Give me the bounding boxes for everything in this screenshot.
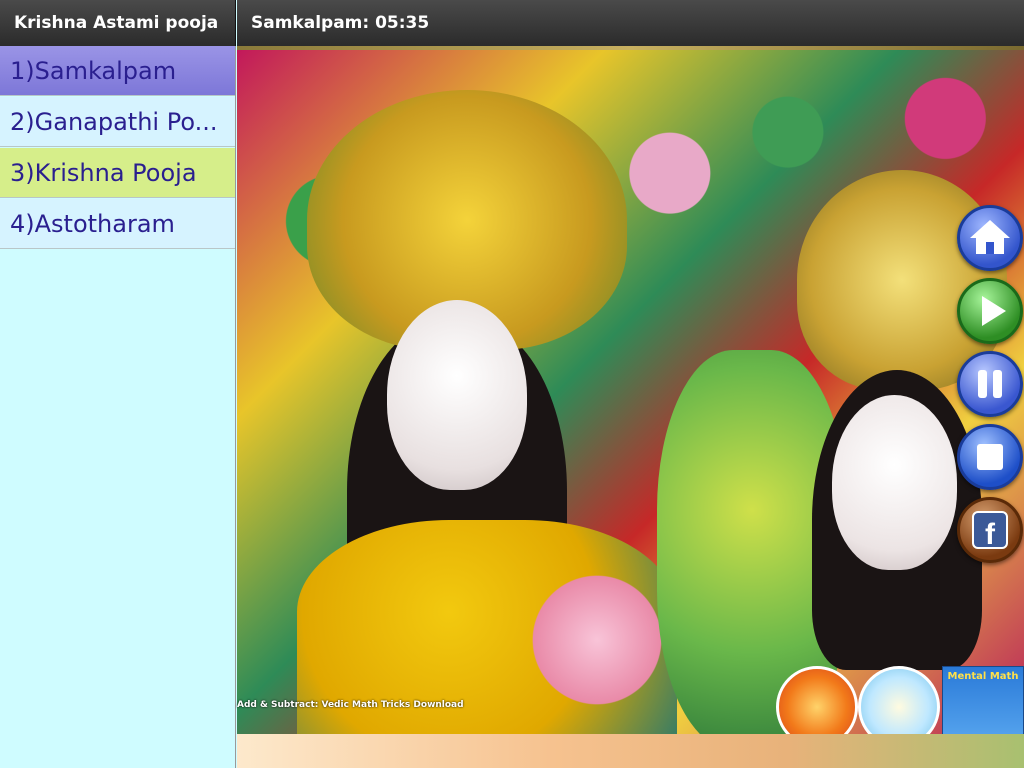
ad-banner-text[interactable]: Add & Subtract: Vedic Math Tricks Downlo…	[237, 700, 464, 710]
facebook-icon: f	[972, 511, 1008, 551]
play-icon	[982, 296, 1006, 326]
sidebar-item-ganapathi-pooja[interactable]: 2)Ganapathi Po...	[0, 97, 235, 147]
sidebar: 1)Samkalpam 2)Ganapathi Po... 3)Krishna …	[0, 46, 236, 768]
ad-mental-math-title: Mental Math	[947, 671, 1019, 682]
deity-krishna-face	[387, 300, 527, 490]
svg-text:f: f	[985, 518, 996, 551]
bottom-strip	[237, 734, 1024, 768]
app-header: Krishna Astami pooja	[0, 0, 236, 46]
play-button[interactable]	[957, 278, 1023, 344]
current-track-label: Samkalpam: 05:35	[251, 13, 430, 33]
track-header: Samkalpam: 05:35	[237, 0, 1024, 46]
stop-icon	[977, 444, 1003, 470]
stop-button[interactable]	[957, 424, 1023, 490]
home-icon	[970, 220, 1010, 254]
flower-garland	[517, 570, 677, 710]
pause-button[interactable]	[957, 351, 1023, 417]
pause-icon	[978, 370, 1002, 398]
app-title: Krishna Astami pooja	[14, 13, 219, 33]
deity-radha-face	[832, 395, 957, 570]
facebook-button[interactable]: f	[957, 497, 1023, 563]
home-button[interactable]	[957, 205, 1023, 271]
sidebar-item-samkalpam[interactable]: 1)Samkalpam	[0, 46, 235, 96]
sidebar-item-krishna-pooja[interactable]: 3)Krishna Pooja	[0, 148, 235, 198]
sidebar-item-astotharam[interactable]: 4)Astotharam	[0, 199, 235, 249]
deity-image	[237, 50, 1024, 734]
